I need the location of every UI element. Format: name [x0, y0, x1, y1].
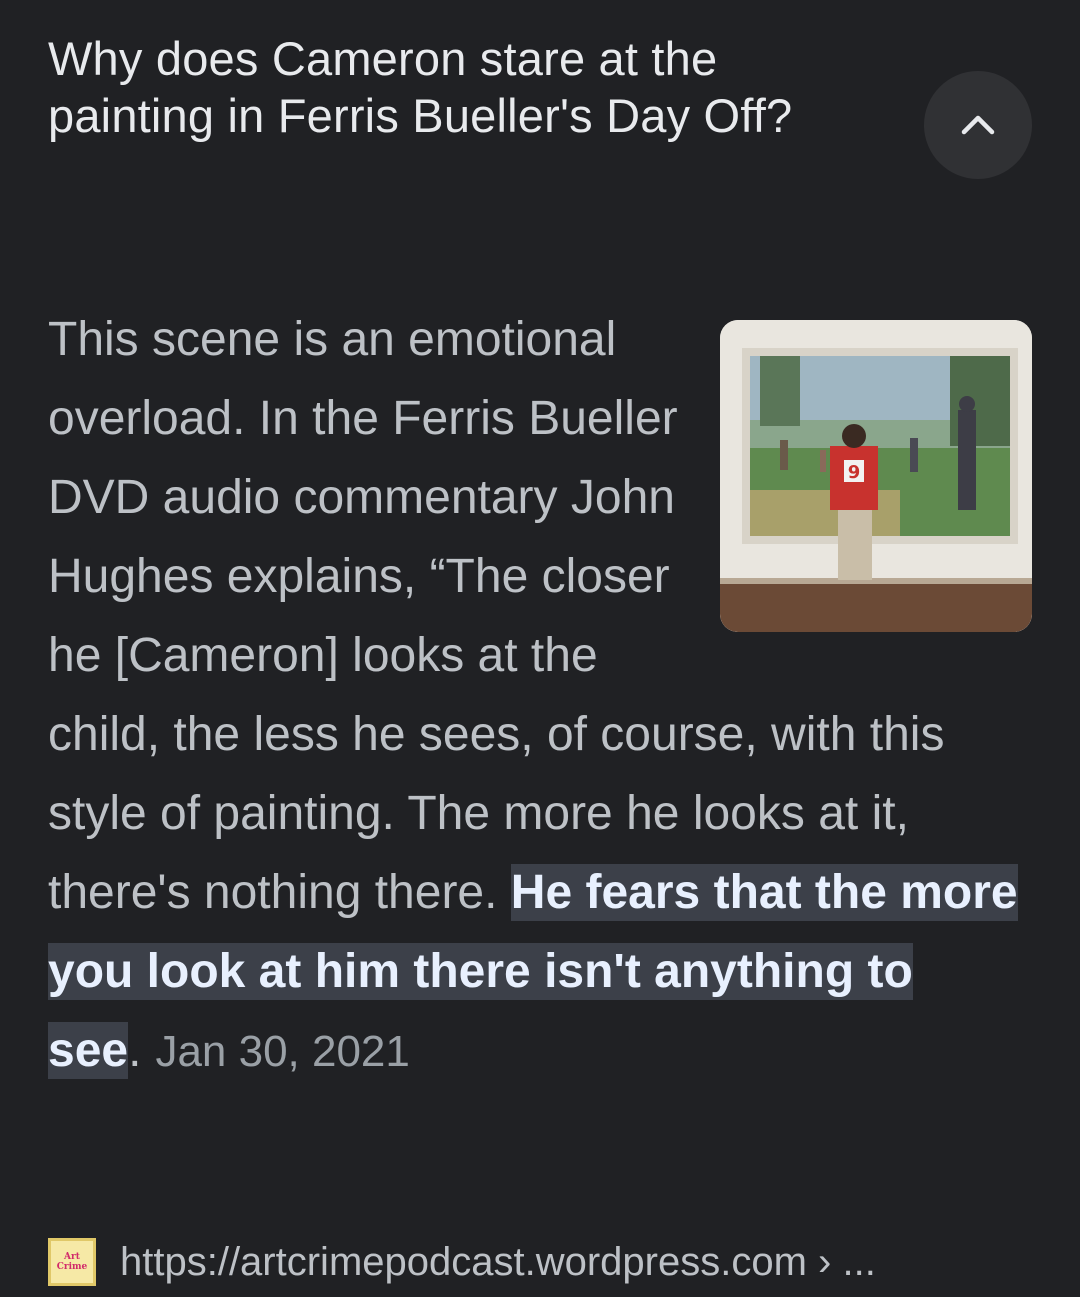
featured-snippet: 9 This scene is an emotional overload. I…: [48, 300, 1038, 1091]
favicon-text-line1: Art: [64, 1252, 80, 1262]
chevron-up-icon: [961, 115, 995, 135]
source-url[interactable]: https://artcrimepodcast.wordpress.com › …: [120, 1240, 876, 1285]
snippet-image[interactable]: 9: [720, 320, 1032, 632]
question-title[interactable]: Why does Cameron stare at the painting i…: [48, 30, 868, 144]
svg-text:9: 9: [848, 462, 861, 483]
snippet-period: .: [128, 1024, 142, 1077]
collapse-button[interactable]: [924, 71, 1032, 179]
source-link[interactable]: Art Crime https://artcrimepodcast.wordpr…: [48, 1232, 876, 1292]
site-favicon: Art Crime: [48, 1238, 96, 1286]
snippet-date: Jan 30, 2021: [155, 1027, 410, 1076]
favicon-text-line2: Crime: [56, 1262, 88, 1272]
